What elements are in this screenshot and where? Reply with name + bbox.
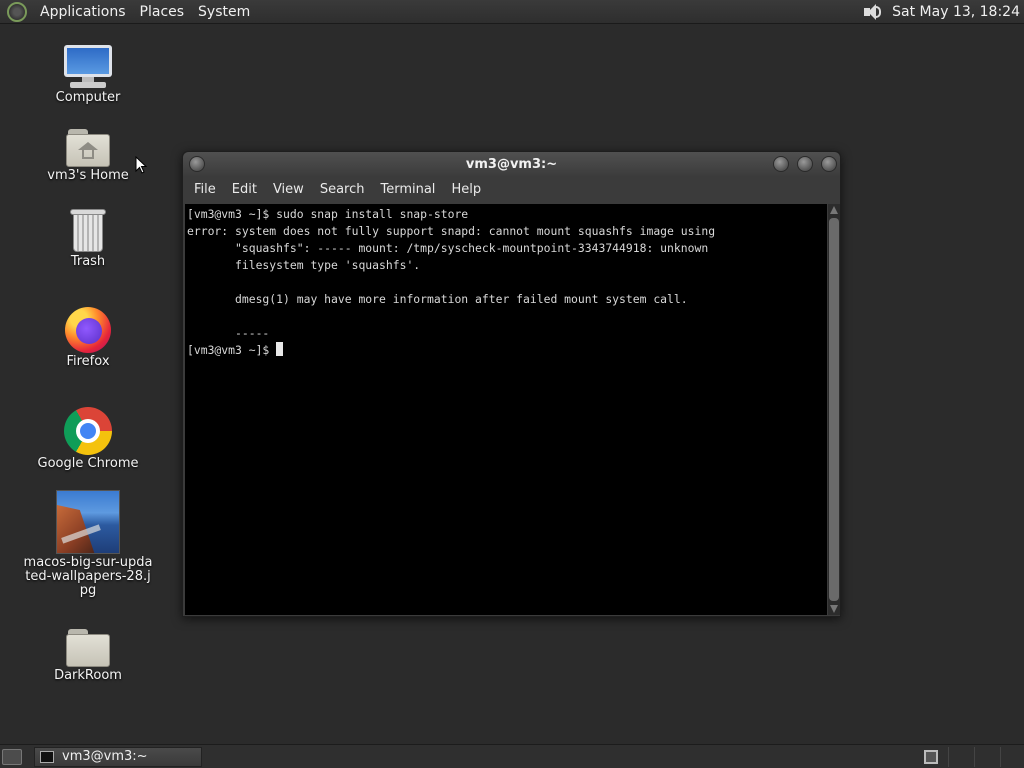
window-menu-button[interactable] (189, 156, 205, 172)
terminal-line: error: system does not fully support sna… (187, 224, 716, 238)
window-titlebar[interactable]: vm3@vm3:~ (183, 152, 840, 176)
menu-file[interactable]: File (186, 182, 224, 197)
taskbar-button-label: vm3@vm3:~ (62, 749, 148, 764)
text-cursor (276, 342, 284, 356)
terminal-line: [vm3@vm3 ~]$ sudo snap install snap-stor… (187, 207, 469, 221)
desktop-icon-firefox[interactable]: Firefox (13, 307, 163, 369)
show-desktop-icon[interactable] (2, 748, 22, 765)
menu-terminal[interactable]: Terminal (372, 182, 443, 197)
distro-logo-icon[interactable] (7, 1, 27, 22)
desktop-icon-label: macos-big-sur-updated-wallpapers-28.jpg (23, 555, 153, 598)
volume-icon[interactable] (862, 3, 882, 21)
workspace-switcher (918, 746, 1020, 767)
menu-help[interactable]: Help (443, 182, 489, 197)
top-panel: Applications Places System Sat May 13, 1… (0, 0, 1024, 24)
folder-icon (66, 629, 110, 667)
terminal-line: "squashfs": ----- mount: /tmp/syscheck-m… (187, 241, 709, 255)
scroll-up-icon[interactable] (830, 206, 838, 214)
bottom-panel: vm3@vm3:~ (0, 744, 1024, 768)
terminal-scrollbar[interactable] (828, 204, 840, 615)
home-folder-icon (66, 129, 110, 167)
desktop-icon-label: Computer (55, 90, 121, 105)
window-title: vm3@vm3:~ (465, 156, 558, 172)
desktop-icon-darkroom[interactable]: DarkRoom (13, 629, 163, 683)
trash-icon (70, 209, 106, 253)
desktop-icon-label: Google Chrome (37, 456, 139, 471)
desktop-icon-wallpaper-file[interactable]: macos-big-sur-updated-wallpapers-28.jpg (13, 490, 163, 598)
menu-search[interactable]: Search (312, 182, 373, 197)
desktop-icon-label: DarkRoom (54, 668, 122, 683)
workspace-1[interactable] (924, 749, 938, 764)
desktop-icon-computer[interactable]: Computer (13, 45, 163, 105)
terminal-line: filesystem type 'squashfs'. (187, 258, 421, 272)
menu-system[interactable]: System (191, 4, 257, 20)
menu-applications[interactable]: Applications (33, 4, 133, 20)
maximize-button[interactable] (797, 156, 813, 172)
terminal-window[interactable]: vm3@vm3:~ File Edit View Search Terminal… (182, 151, 841, 617)
chrome-icon (64, 407, 112, 455)
terminal-menubar: File Edit View Search Terminal Help (183, 176, 840, 202)
menu-view[interactable]: View (265, 182, 312, 197)
minimize-button[interactable] (773, 156, 789, 172)
close-button[interactable] (821, 156, 837, 172)
taskbar-button-terminal[interactable]: vm3@vm3:~ (34, 746, 202, 767)
workspace-3[interactable] (974, 746, 994, 767)
desktop-icon-google-chrome[interactable]: Google Chrome (13, 407, 163, 471)
workspace-2[interactable] (948, 746, 968, 767)
terminal-line: dmesg(1) may have more information after… (187, 292, 688, 306)
menu-places[interactable]: Places (133, 4, 192, 20)
desktop-icon-label: Firefox (66, 354, 110, 369)
computer-icon (64, 45, 112, 89)
clock[interactable]: Sat May 13, 18:24 (892, 4, 1020, 20)
scroll-down-icon[interactable] (830, 605, 838, 613)
mouse-pointer-icon (135, 156, 147, 174)
workspace-4[interactable] (1000, 746, 1020, 767)
menu-edit[interactable]: Edit (224, 182, 265, 197)
desktop-icon-label: Trash (70, 254, 106, 269)
terminal-icon (40, 750, 54, 763)
terminal-line: ----- (187, 326, 270, 340)
image-thumbnail-icon (56, 490, 120, 554)
terminal-prompt: [vm3@vm3 ~]$ (187, 343, 277, 357)
terminal-output[interactable]: [vm3@vm3 ~]$ sudo snap install snap-stor… (185, 204, 827, 615)
desktop-icon-trash[interactable]: Trash (13, 209, 163, 269)
terminal-prompt-line: [vm3@vm3 ~]$ (187, 342, 825, 359)
scrollbar-thumb[interactable] (829, 218, 839, 601)
panel-tray: Sat May 13, 18:24 (862, 3, 1020, 21)
firefox-icon (65, 307, 111, 353)
